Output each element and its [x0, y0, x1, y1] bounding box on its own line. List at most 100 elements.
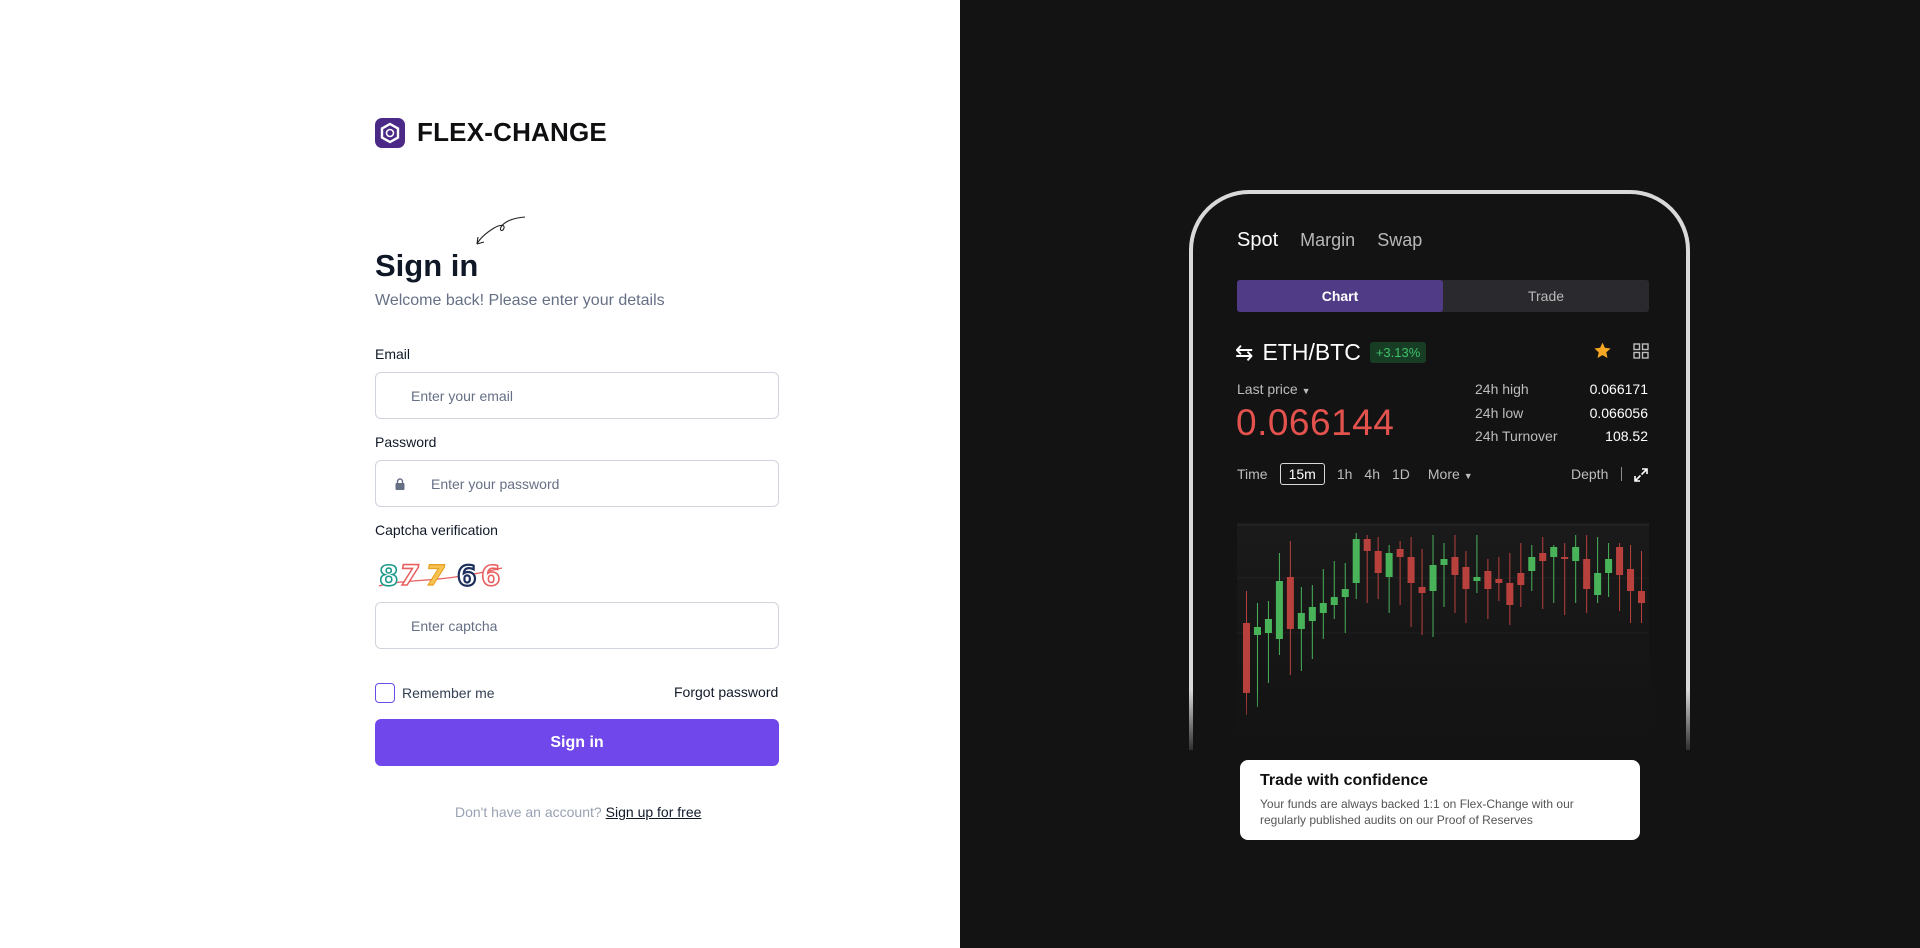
page-subtitle: Welcome back! Please enter your details: [375, 292, 665, 309]
timeframe-15m[interactable]: 15m: [1279, 463, 1325, 485]
candle-body: [1583, 559, 1591, 589]
stat-row: 24h low 0.066056: [1475, 405, 1648, 429]
candle-body: [1308, 607, 1316, 621]
candle-body: [1495, 579, 1503, 583]
last-price-label[interactable]: Last price ▼: [1237, 381, 1311, 397]
captcha-field-wrapper: [375, 602, 779, 649]
candle-body: [1363, 539, 1371, 551]
candle-body: [1242, 623, 1250, 693]
stat-value: 108.52: [1605, 428, 1648, 444]
tab-swap[interactable]: Swap: [1377, 230, 1422, 251]
timeframe-1d[interactable]: 1D: [1392, 466, 1410, 482]
stats-list: 24h high 0.066171 24h low 0.066056 24h Tur…: [1475, 381, 1648, 452]
signup-link[interactable]: Sign up for free: [606, 804, 702, 820]
caret-down-icon: ▼: [1463, 471, 1473, 481]
candle-body: [1594, 573, 1602, 595]
svg-text:7: 7: [397, 559, 422, 592]
grid-icon[interactable]: [1633, 343, 1649, 359]
more-dropdown[interactable]: More ▼: [1428, 466, 1473, 482]
timeframe-bar: Time 15m 1h 4h 1D More ▼: [1237, 463, 1473, 485]
candle-body: [1528, 557, 1536, 571]
page-title: Sign in: [375, 248, 479, 283]
candle-body: [1572, 547, 1580, 561]
arrow-doodle-icon: [476, 216, 526, 245]
signup-prompt: Don't have an account? Sign up for free: [455, 804, 701, 820]
stat-value: 0.066056: [1589, 404, 1648, 421]
view-segment: Chart Trade: [1237, 280, 1649, 312]
svg-text:8: 8: [379, 559, 398, 592]
depth-button[interactable]: Depth: [1571, 466, 1608, 482]
card-title: Trade with confidence: [1260, 772, 1429, 789]
svg-text:7: 7: [423, 559, 448, 592]
market-tabs: Spot Margin Swap: [1237, 229, 1422, 252]
candle-body: [1440, 559, 1448, 565]
password-field-wrapper: [375, 460, 779, 507]
segment-trade[interactable]: Trade: [1443, 280, 1649, 312]
lock-icon: [395, 478, 405, 490]
candle-body: [1550, 547, 1558, 557]
more-label: More: [1427, 466, 1460, 482]
candle-body: [1374, 551, 1382, 573]
stat-label: 24h low: [1475, 404, 1524, 421]
last-price-text: Last price: [1237, 381, 1298, 397]
candle-body: [1385, 553, 1393, 577]
candle-body: [1341, 589, 1349, 597]
candle-body: [1253, 627, 1261, 635]
signin-panel: FLEX-CHANGE Sign in Welcome back! Please…: [0, 0, 960, 948]
stat-label: 24h high: [1475, 381, 1529, 397]
segment-chart[interactable]: Chart: [1237, 280, 1443, 312]
password-label: Password: [375, 434, 437, 450]
pair-header: ⇆ ETH/BTC +3.13%: [1235, 339, 1427, 366]
password-field[interactable]: [376, 461, 778, 506]
change-badge: +3.13%: [1369, 342, 1427, 363]
candle-body: [1275, 581, 1283, 639]
email-field[interactable]: [376, 373, 778, 418]
candle-body: [1396, 549, 1404, 557]
time-label[interactable]: Time: [1237, 466, 1268, 482]
candle-body: [1616, 547, 1624, 575]
expand-icon[interactable]: [1633, 467, 1649, 483]
swap-arrows-icon[interactable]: ⇆: [1235, 340, 1253, 366]
stat-value: 0.066171: [1589, 381, 1648, 397]
email-label: Email: [375, 346, 411, 362]
candle-body: [1264, 619, 1272, 633]
pair-name: ETH/BTC: [1262, 339, 1361, 365]
tab-spot[interactable]: Spot: [1237, 229, 1278, 252]
candle-body: [1418, 587, 1426, 593]
candle-body: [1330, 597, 1338, 605]
candle-body: [1539, 553, 1547, 561]
phone-fade: [1180, 690, 1700, 760]
email-field-wrapper: [375, 372, 779, 419]
star-icon[interactable]: [1593, 341, 1612, 360]
last-price-value: 0.066144: [1236, 402, 1395, 443]
svg-text:6: 6: [457, 559, 476, 592]
captcha-image[interactable]: 8 7 7 6 6: [377, 556, 503, 594]
candle-body: [1462, 567, 1470, 589]
candle-body: [1286, 577, 1294, 629]
signup-question: Don't have an account?: [455, 804, 602, 820]
remember-checkbox[interactable]: [375, 683, 395, 703]
remember-me[interactable]: Remember me: [375, 683, 495, 703]
svg-text:6: 6: [481, 559, 500, 592]
captcha-label: Captcha verification: [375, 522, 498, 538]
forgot-password-link[interactable]: Forgot password: [674, 684, 778, 700]
logo-icon: [375, 117, 405, 148]
candle-body: [1484, 571, 1492, 589]
divider: [1621, 467, 1622, 481]
timeframe-1h[interactable]: 1h: [1337, 466, 1353, 482]
candle-body: [1451, 557, 1459, 575]
sign-in-button[interactable]: Sign in: [375, 719, 779, 766]
promo-card: Trade with confidence Your funds are alw…: [1240, 760, 1640, 840]
brand-name: FLEX-CHANGE: [417, 117, 607, 147]
candle-body: [1473, 577, 1481, 581]
timeframe-4h[interactable]: 4h: [1364, 466, 1380, 482]
candle-body: [1352, 539, 1360, 583]
tab-margin[interactable]: Margin: [1300, 230, 1355, 251]
candle-body: [1638, 591, 1646, 603]
candle-body: [1605, 559, 1613, 573]
candle-body: [1506, 583, 1514, 605]
caret-down-icon: ▼: [1301, 386, 1311, 396]
candle-body: [1407, 557, 1415, 583]
remember-label: Remember me: [402, 685, 495, 701]
captcha-field[interactable]: [376, 603, 778, 648]
